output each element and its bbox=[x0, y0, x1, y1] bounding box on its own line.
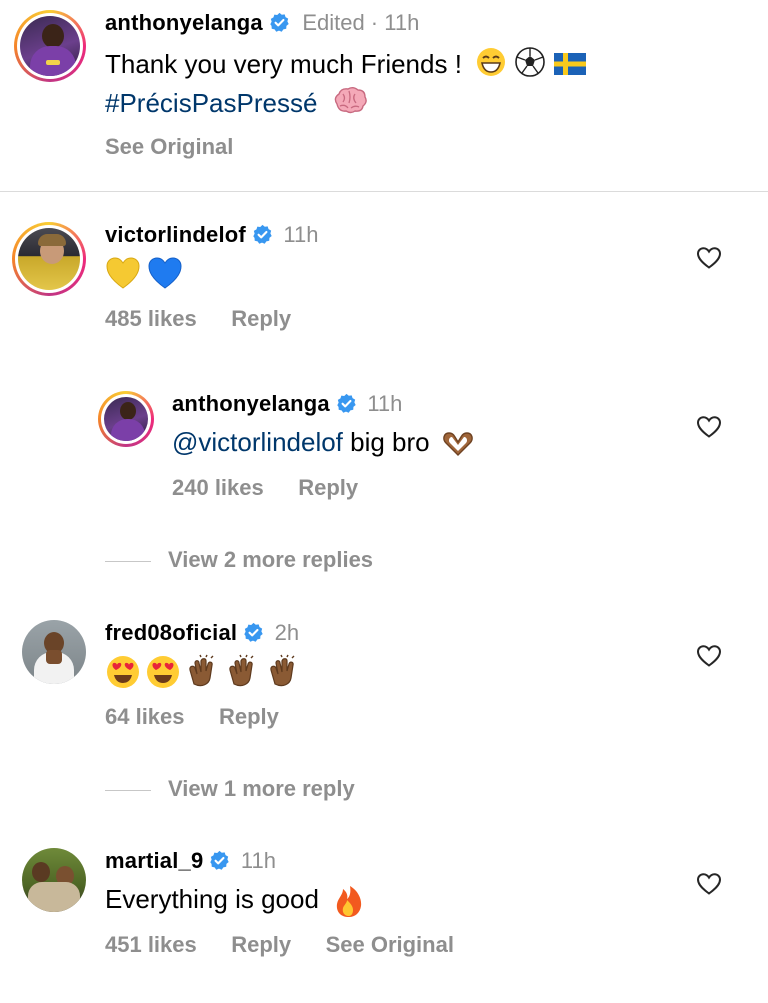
comment-body bbox=[105, 256, 183, 295]
comment-header: martial_9 11h bbox=[105, 848, 276, 874]
replies-divider-line bbox=[105, 561, 151, 562]
heart-outline-icon[interactable] bbox=[696, 415, 722, 439]
verified-badge-icon bbox=[253, 224, 272, 244]
comment-actions: 451 likes Reply See Original bbox=[105, 932, 454, 958]
comment-body: Everything is good bbox=[105, 882, 364, 918]
mention-link[interactable]: @victorlindelof bbox=[172, 427, 343, 457]
view-more-replies-button[interactable]: View 1 more reply bbox=[168, 776, 355, 802]
reply-actions: 240 likes Reply bbox=[172, 475, 358, 501]
reply-button[interactable]: Reply bbox=[231, 932, 291, 957]
likes-count[interactable]: 240 likes bbox=[172, 475, 264, 500]
avatar[interactable] bbox=[14, 10, 86, 82]
timestamp: 11h bbox=[283, 222, 319, 247]
username[interactable]: anthonyelanga bbox=[105, 10, 263, 35]
avatar[interactable] bbox=[22, 848, 86, 912]
clapping-hands-emoji bbox=[189, 654, 214, 687]
blue-heart-emoji bbox=[148, 257, 182, 289]
sweden-flag-emoji bbox=[553, 49, 586, 83]
caption-body: Thank you very much Friends ! bbox=[105, 48, 462, 79]
comment-header: victorlindelof 11h bbox=[105, 222, 318, 248]
verified-badge-icon bbox=[210, 850, 230, 870]
heart-outline-icon[interactable] bbox=[696, 246, 722, 270]
clapping-hands-emoji bbox=[229, 654, 254, 687]
view-more-replies-button[interactable]: View 2 more replies bbox=[168, 547, 373, 573]
caption-text: Thank you very much Friends ! bbox=[105, 46, 586, 86]
reply-body: @victorlindelof big bro bbox=[172, 425, 475, 459]
grinning-face-emoji bbox=[475, 46, 507, 86]
clapping-hands-emoji bbox=[270, 654, 295, 687]
soccer-ball-emoji bbox=[514, 46, 546, 86]
comment-text: Everything is good bbox=[105, 884, 319, 914]
comment-actions: 64 likes Reply bbox=[105, 704, 279, 730]
heart-hands-emoji bbox=[443, 432, 473, 457]
verified-badge-icon bbox=[337, 393, 356, 413]
divider bbox=[0, 191, 768, 192]
caption-header: anthonyelanga Edited · 11h bbox=[105, 10, 419, 40]
see-original-button[interactable]: See Original bbox=[326, 932, 454, 957]
see-original-button[interactable]: See Original bbox=[105, 134, 233, 160]
caption-hashtag-line: #PrécisPasPressé bbox=[105, 86, 367, 124]
avatar[interactable] bbox=[22, 620, 86, 684]
username[interactable]: martial_9 bbox=[105, 848, 203, 873]
verified-badge-icon bbox=[270, 12, 289, 32]
reply-text: big bro bbox=[342, 427, 430, 457]
reply-header: anthonyelanga 11h bbox=[172, 391, 402, 417]
heart-eyes-emoji bbox=[107, 656, 139, 688]
comment-header: fred08oficial 2h bbox=[105, 620, 299, 646]
verified-badge-icon bbox=[244, 622, 263, 642]
heart-outline-icon[interactable] bbox=[696, 872, 722, 896]
heart-eyes-emoji bbox=[147, 656, 180, 688]
hashtag-link[interactable]: #PrécisPasPressé bbox=[105, 88, 317, 118]
avatar[interactable] bbox=[12, 222, 86, 296]
likes-count[interactable]: 451 likes bbox=[105, 932, 197, 957]
reply-button[interactable]: Reply bbox=[298, 475, 358, 500]
comment-actions: 485 likes Reply bbox=[105, 306, 291, 332]
timestamp: 11h bbox=[240, 848, 276, 873]
fire-emoji bbox=[336, 886, 362, 918]
username[interactable]: fred08oficial bbox=[105, 620, 237, 645]
timestamp: 11h bbox=[367, 391, 403, 416]
username[interactable]: victorlindelof bbox=[105, 222, 246, 247]
avatar[interactable] bbox=[98, 391, 154, 447]
replies-divider-line bbox=[105, 790, 151, 791]
timestamp: 2h bbox=[274, 620, 300, 645]
reply-button[interactable]: Reply bbox=[231, 306, 291, 331]
likes-count[interactable]: 485 likes bbox=[105, 306, 197, 331]
reply-button[interactable]: Reply bbox=[219, 704, 279, 729]
heart-outline-icon[interactable] bbox=[696, 644, 722, 668]
yellow-heart-emoji bbox=[106, 257, 140, 289]
brain-emoji bbox=[331, 86, 367, 124]
username[interactable]: anthonyelanga bbox=[172, 391, 330, 416]
edited-timestamp: Edited · 11h bbox=[302, 10, 420, 35]
likes-count[interactable]: 64 likes bbox=[105, 704, 185, 729]
comment-body bbox=[105, 654, 303, 695]
